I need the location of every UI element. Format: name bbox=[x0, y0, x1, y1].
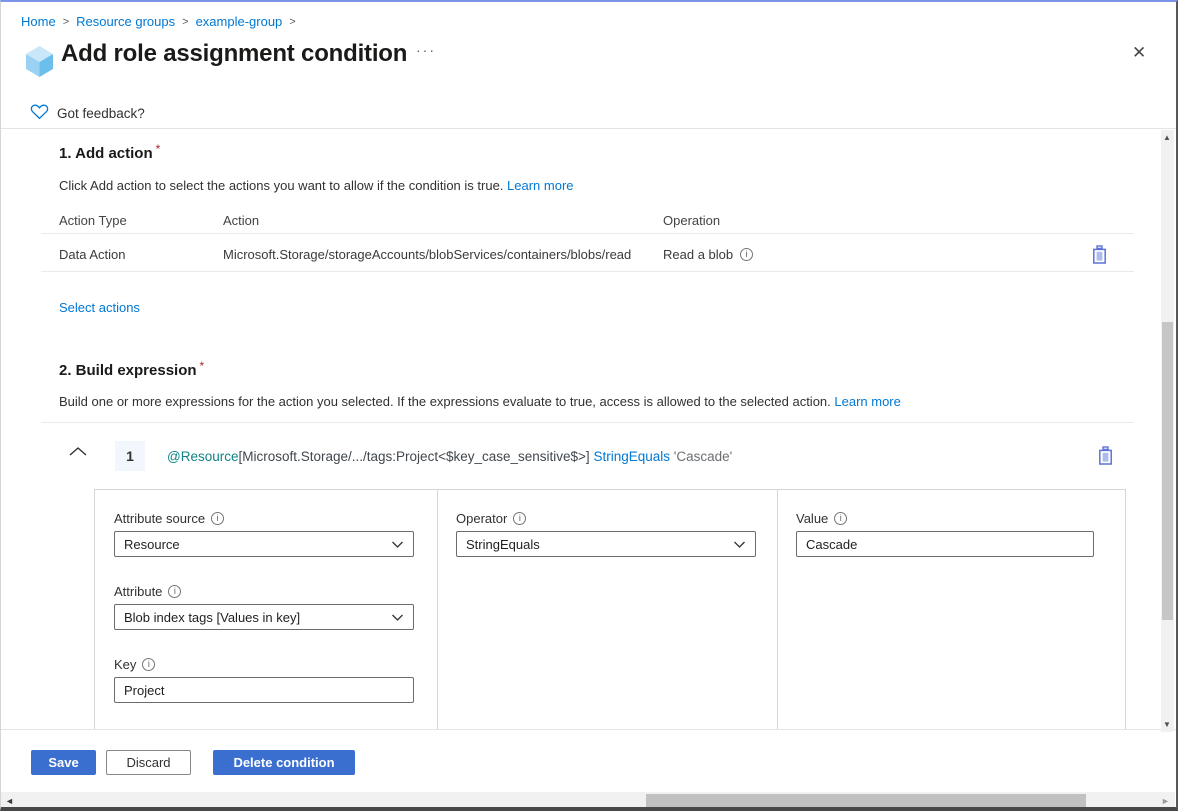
breadcrumb-separator: > bbox=[289, 16, 295, 28]
required-asterisk: * bbox=[200, 359, 205, 373]
add-action-learn-more-link[interactable]: Learn more bbox=[507, 178, 573, 193]
operator-selected: StringEquals bbox=[466, 537, 540, 552]
attribute-dropdown[interactable]: Blob index tags [Values in key] bbox=[114, 604, 414, 630]
horizontal-scrollbar[interactable]: ◄ ► bbox=[1, 792, 1175, 809]
header-divider bbox=[1, 128, 1178, 129]
more-options-icon[interactable]: ··· bbox=[416, 42, 436, 58]
add-role-assignment-condition-page: Home > Resource groups > example-group >… bbox=[0, 0, 1178, 811]
chevron-down-icon bbox=[733, 537, 746, 552]
value-label: Value i bbox=[796, 511, 847, 526]
breadcrumb-resource-groups[interactable]: Resource groups bbox=[76, 14, 175, 29]
chevron-down-icon bbox=[391, 610, 404, 625]
operator-label: Operator i bbox=[456, 511, 526, 526]
breadcrumb-separator: > bbox=[63, 16, 69, 28]
operation-cell: Read a blob i bbox=[663, 247, 753, 262]
expression-operator-link[interactable]: StringEquals bbox=[593, 449, 670, 464]
delete-condition-button[interactable]: Delete condition bbox=[213, 750, 355, 775]
scroll-right-arrow-icon[interactable]: ► bbox=[1161, 796, 1170, 806]
expression-index-badge: 1 bbox=[115, 441, 145, 471]
got-feedback-label: Got feedback? bbox=[57, 106, 145, 121]
required-asterisk: * bbox=[156, 142, 161, 156]
value-input[interactable] bbox=[796, 531, 1094, 557]
collapse-expression-chevron-up-icon[interactable] bbox=[67, 445, 89, 463]
attribute-source-label: Attribute source i bbox=[114, 511, 224, 526]
key-info-icon[interactable]: i bbox=[142, 658, 155, 671]
horizontal-scrollbar-thumb[interactable] bbox=[646, 794, 1086, 807]
delete-expression-trash-icon[interactable] bbox=[1097, 446, 1114, 470]
column-header-operation: Operation bbox=[663, 213, 720, 228]
breadcrumb-example-group[interactable]: example-group bbox=[196, 14, 283, 29]
expression-path: [Microsoft.Storage/.../tags:Project<$key… bbox=[238, 449, 589, 464]
attribute-selected: Blob index tags [Values in key] bbox=[124, 610, 300, 625]
section-add-action-description: Click Add action to select the actions y… bbox=[59, 178, 574, 193]
select-actions-link[interactable]: Select actions bbox=[59, 300, 140, 315]
scroll-up-arrow-icon[interactable]: ▲ bbox=[1163, 133, 1171, 142]
table-row-divider bbox=[41, 271, 1134, 272]
table-header-divider bbox=[41, 233, 1134, 234]
footer-divider bbox=[1, 729, 1178, 730]
close-icon[interactable]: ✕ bbox=[1132, 44, 1146, 61]
vertical-scrollbar-thumb[interactable] bbox=[1162, 322, 1173, 620]
column-header-action: Action bbox=[223, 213, 259, 228]
panel-column-divider bbox=[777, 490, 778, 730]
breadcrumb-separator: > bbox=[182, 16, 188, 28]
action-type-cell: Data Action bbox=[59, 247, 126, 262]
attribute-source-dropdown[interactable]: Resource bbox=[114, 531, 414, 557]
panel-column-divider bbox=[437, 490, 438, 730]
page-title: Add role assignment condition bbox=[61, 40, 407, 68]
section-build-expression-description: Build one or more expressions for the ac… bbox=[59, 394, 901, 409]
attribute-source-selected: Resource bbox=[124, 537, 180, 552]
delete-action-trash-icon[interactable] bbox=[1091, 245, 1108, 269]
action-cell: Microsoft.Storage/storageAccounts/blobSe… bbox=[223, 247, 631, 262]
resource-cube-icon bbox=[24, 45, 55, 83]
expression-section-divider bbox=[41, 422, 1134, 423]
operation-info-icon[interactable]: i bbox=[740, 248, 753, 261]
save-button[interactable]: Save bbox=[31, 750, 96, 775]
operator-info-icon[interactable]: i bbox=[513, 512, 526, 525]
heart-icon bbox=[30, 103, 49, 123]
expression-summary: @Resource[Microsoft.Storage/.../tags:Pro… bbox=[167, 449, 732, 464]
scroll-left-arrow-icon[interactable]: ◄ bbox=[5, 796, 14, 806]
value-info-icon[interactable]: i bbox=[834, 512, 847, 525]
build-expression-learn-more-link[interactable]: Learn more bbox=[834, 394, 900, 409]
attribute-source-info-icon[interactable]: i bbox=[211, 512, 224, 525]
got-feedback-button[interactable]: Got feedback? bbox=[30, 103, 145, 123]
section-build-expression-heading: 2. Build expression* bbox=[59, 362, 204, 379]
key-label: Key i bbox=[114, 657, 155, 672]
chevron-down-icon bbox=[391, 537, 404, 552]
breadcrumb-home[interactable]: Home bbox=[21, 14, 56, 29]
attribute-label: Attribute i bbox=[114, 584, 181, 599]
scroll-down-arrow-icon[interactable]: ▼ bbox=[1163, 720, 1171, 729]
vertical-scrollbar[interactable]: ▲ ▼ bbox=[1161, 130, 1174, 732]
expression-source: @Resource bbox=[167, 449, 238, 464]
attribute-info-icon[interactable]: i bbox=[168, 585, 181, 598]
discard-button[interactable]: Discard bbox=[106, 750, 191, 775]
operator-dropdown[interactable]: StringEquals bbox=[456, 531, 756, 557]
expression-value: 'Cascade' bbox=[674, 449, 732, 464]
key-input[interactable] bbox=[114, 677, 414, 703]
column-header-action-type: Action Type bbox=[59, 213, 127, 228]
section-add-action-heading: 1. Add action* bbox=[59, 145, 160, 162]
breadcrumb: Home > Resource groups > example-group > bbox=[21, 14, 296, 29]
